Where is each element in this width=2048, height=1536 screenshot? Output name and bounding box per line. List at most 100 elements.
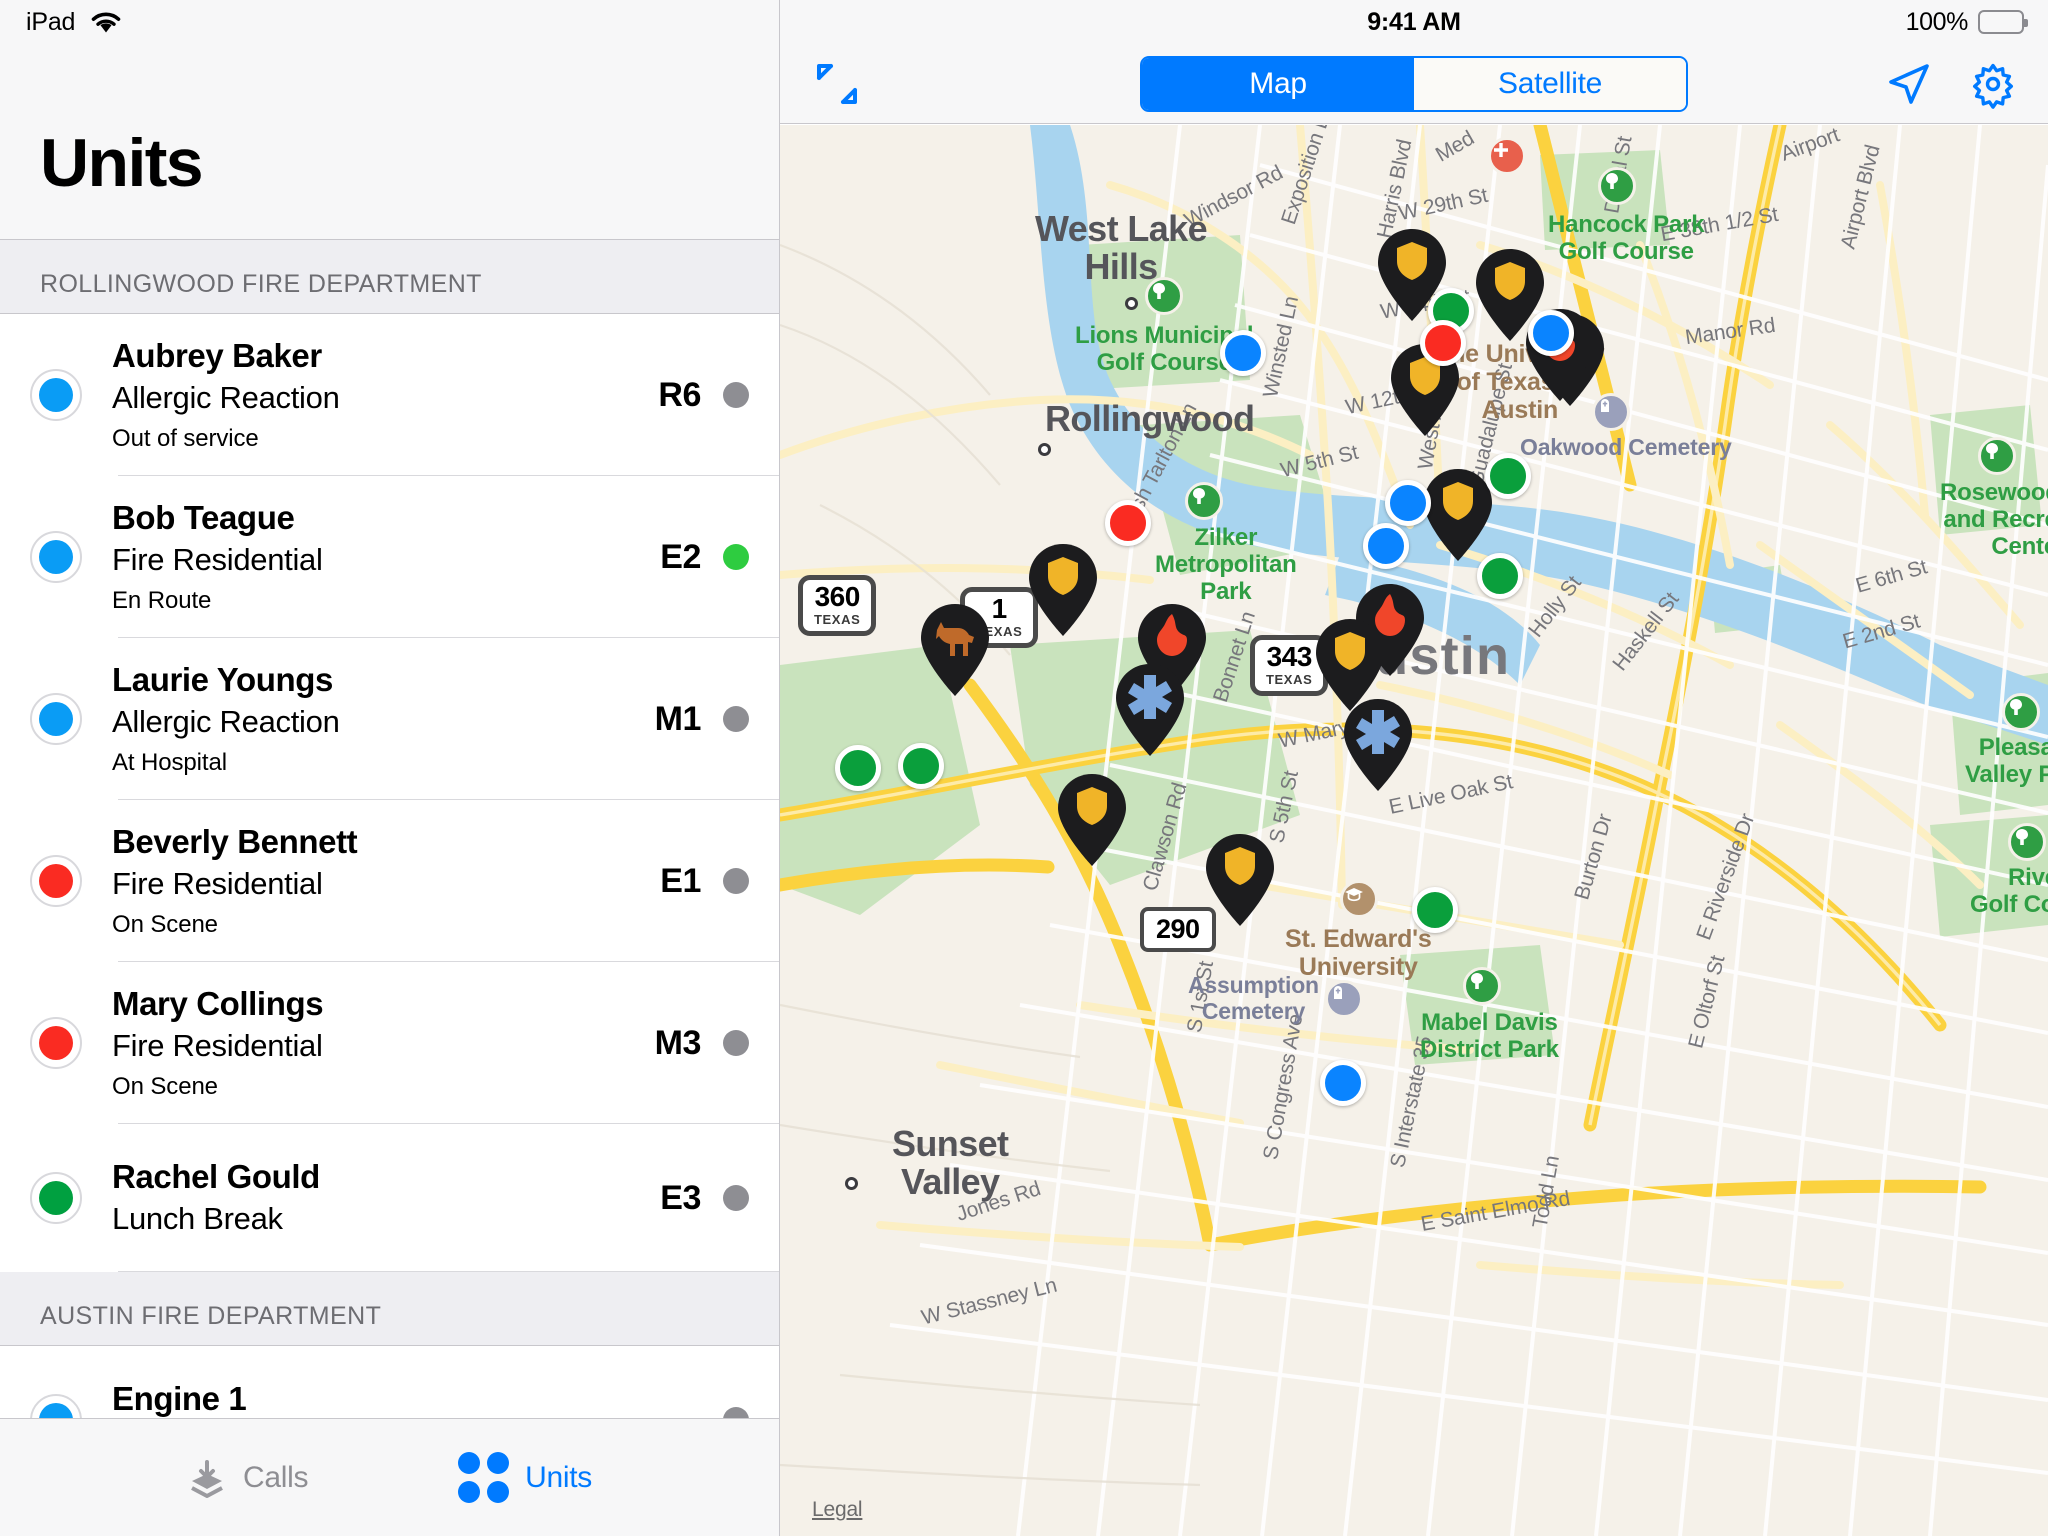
unit-details: Aubrey Baker Allergic Reaction Out of serv… [112, 315, 635, 476]
unit-status: On Scene [112, 1072, 218, 1100]
map-status-bar: 9:41 AM 100% [780, 0, 2048, 44]
unit-code: E1 [660, 861, 701, 900]
four-dots-grid-icon [458, 1452, 510, 1503]
map-unit-dot[interactable] [1477, 553, 1523, 599]
park-icon [1463, 967, 1501, 1005]
unit-name: Beverly Bennett [112, 822, 358, 860]
unit-call-type: Allergic Reaction [112, 703, 340, 739]
priority-dot [39, 540, 73, 574]
cemetery-icon [1325, 980, 1363, 1018]
park-icon [1978, 437, 2016, 475]
priority-dot [39, 1181, 73, 1215]
unit-meta: M3 [635, 1024, 749, 1063]
unit-meta: E2 [635, 538, 749, 577]
unit-row[interactable]: Rachel Gould Lunch Break E3 [0, 1124, 779, 1272]
navigation-arrow-icon[interactable] [1884, 59, 1934, 109]
unit-status: Out of service [112, 424, 259, 452]
availability-dot [723, 1030, 749, 1056]
unit-call-type: Allergic Reaction [112, 379, 340, 415]
availability-dot [723, 382, 749, 408]
park-icon [2002, 693, 2040, 731]
map-unit-dot[interactable] [1363, 523, 1409, 569]
expand-diagonal-arrows-icon[interactable] [810, 57, 864, 111]
page-title: Units [40, 125, 204, 201]
unit-row[interactable]: Aubrey Baker Allergic Reaction Out of serv… [0, 314, 779, 476]
unit-code: R6 [658, 375, 701, 414]
unit-meta: E3 [635, 1179, 749, 1218]
unit-meta: E1 [635, 862, 749, 901]
app-root: iPad Units ROLLINGWOOD FIRE DEPARTMENT Au… [0, 0, 2048, 1536]
unit-status: En Route [112, 586, 212, 614]
map-panel: 9:41 AM 100% Map Satellite Windsor Rd Ex… [780, 0, 2048, 1536]
map-pin-shield[interactable] [1052, 770, 1132, 870]
unit-name: Rachel Gould [112, 1157, 320, 1195]
priority-indicator [30, 1394, 82, 1418]
priority-dot [39, 378, 73, 412]
city-marker-dot [845, 1177, 858, 1190]
unit-name: Aubrey Baker [112, 336, 322, 374]
map-pin-shield[interactable] [1023, 540, 1103, 640]
segment-map[interactable]: Map [1142, 57, 1414, 110]
map-basemap [780, 125, 2048, 1536]
tab-calls-label: Calls [242, 1460, 309, 1494]
map-unit-dot[interactable] [898, 743, 944, 789]
units-list[interactable]: ROLLINGWOOD FIRE DEPARTMENT Aubrey Baker A… [0, 240, 779, 1418]
unit-call-type: Fire Residential [112, 1027, 323, 1063]
unit-row[interactable]: Laurie Youngs Allergic Reaction At Hospita… [0, 638, 779, 800]
availability-dot [723, 544, 749, 570]
tab-bar: Calls Units [0, 1418, 779, 1536]
priority-indicator [30, 531, 82, 583]
map-pin-ems[interactable] [1338, 695, 1418, 795]
unit-row[interactable]: Mary Collings Fire Residential On Scene M3 [0, 962, 779, 1124]
map-unit-dot[interactable] [1385, 480, 1431, 526]
priority-indicator [30, 855, 82, 907]
unit-call-type: Fire Residential [112, 865, 323, 901]
map-unit-dot[interactable] [1528, 310, 1574, 356]
park-icon [1185, 482, 1223, 520]
highway-shield: 360 TEXAS [798, 575, 877, 636]
inbox-download-icon [191, 1459, 223, 1498]
university-icon [1340, 880, 1378, 918]
map-unit-dot[interactable] [1105, 500, 1151, 546]
segment-satellite[interactable]: Satellite [1414, 57, 1686, 110]
map-unit-dot[interactable] [1420, 320, 1466, 366]
hospital-icon [1488, 137, 1526, 175]
tab-units[interactable]: Units [458, 1452, 592, 1503]
map-canvas[interactable]: Windsor Rd Exposition Blvd Harris Blvd W 29… [780, 125, 2048, 1536]
unit-code: E3 [660, 1178, 701, 1217]
unit-details: Engine 1Motor Vehicle Accident [112, 1358, 701, 1418]
map-unit-dot[interactable] [835, 745, 881, 791]
map-type-segmented-control[interactable]: Map Satellite [1140, 55, 1688, 112]
unit-details: Mary Collings Fire Residential On Scene [112, 963, 635, 1124]
tab-calls[interactable]: Calls [187, 1458, 308, 1498]
map-toolbar: Map Satellite [780, 44, 2048, 124]
row-separator [118, 1271, 779, 1272]
map-unit-dot[interactable] [1485, 453, 1531, 499]
unit-details: Rachel Gould Lunch Break [112, 1136, 635, 1260]
gear-icon[interactable] [1968, 59, 2018, 109]
unit-row[interactable]: Beverly Bennett Fire Residential On Scene E… [0, 800, 779, 962]
battery-indicator: 100% [1906, 0, 2028, 44]
unit-row[interactable]: Engine 1Motor Vehicle Accident [0, 1346, 779, 1418]
legal-link[interactable]: Legal [812, 1498, 863, 1522]
priority-dot [39, 1026, 73, 1060]
priority-indicator [30, 369, 82, 421]
priority-indicator [30, 1017, 82, 1069]
map-unit-dot[interactable] [1320, 1060, 1366, 1106]
availability-dot [723, 706, 749, 732]
priority-indicator [30, 1172, 82, 1224]
unit-code: E2 [660, 537, 701, 576]
map-unit-dot[interactable] [1412, 887, 1458, 933]
unit-meta: R6 [635, 376, 749, 415]
unit-row[interactable]: Bob Teague Fire Residential En Route E2 [0, 476, 779, 638]
map-pin-dog[interactable] [915, 600, 995, 700]
availability-dot [723, 1407, 749, 1418]
tab-units-label: Units [525, 1460, 593, 1494]
map-unit-dot[interactable] [1220, 330, 1266, 376]
priority-dot [39, 1403, 73, 1418]
map-pin-ems[interactable] [1110, 660, 1190, 760]
page-title-container: Units [0, 44, 779, 240]
unit-details: Bob Teague Fire Residential En Route [112, 477, 635, 638]
unit-details: Laurie Youngs Allergic Reaction At Hospita… [112, 639, 635, 800]
map-pin-shield[interactable] [1200, 830, 1280, 930]
